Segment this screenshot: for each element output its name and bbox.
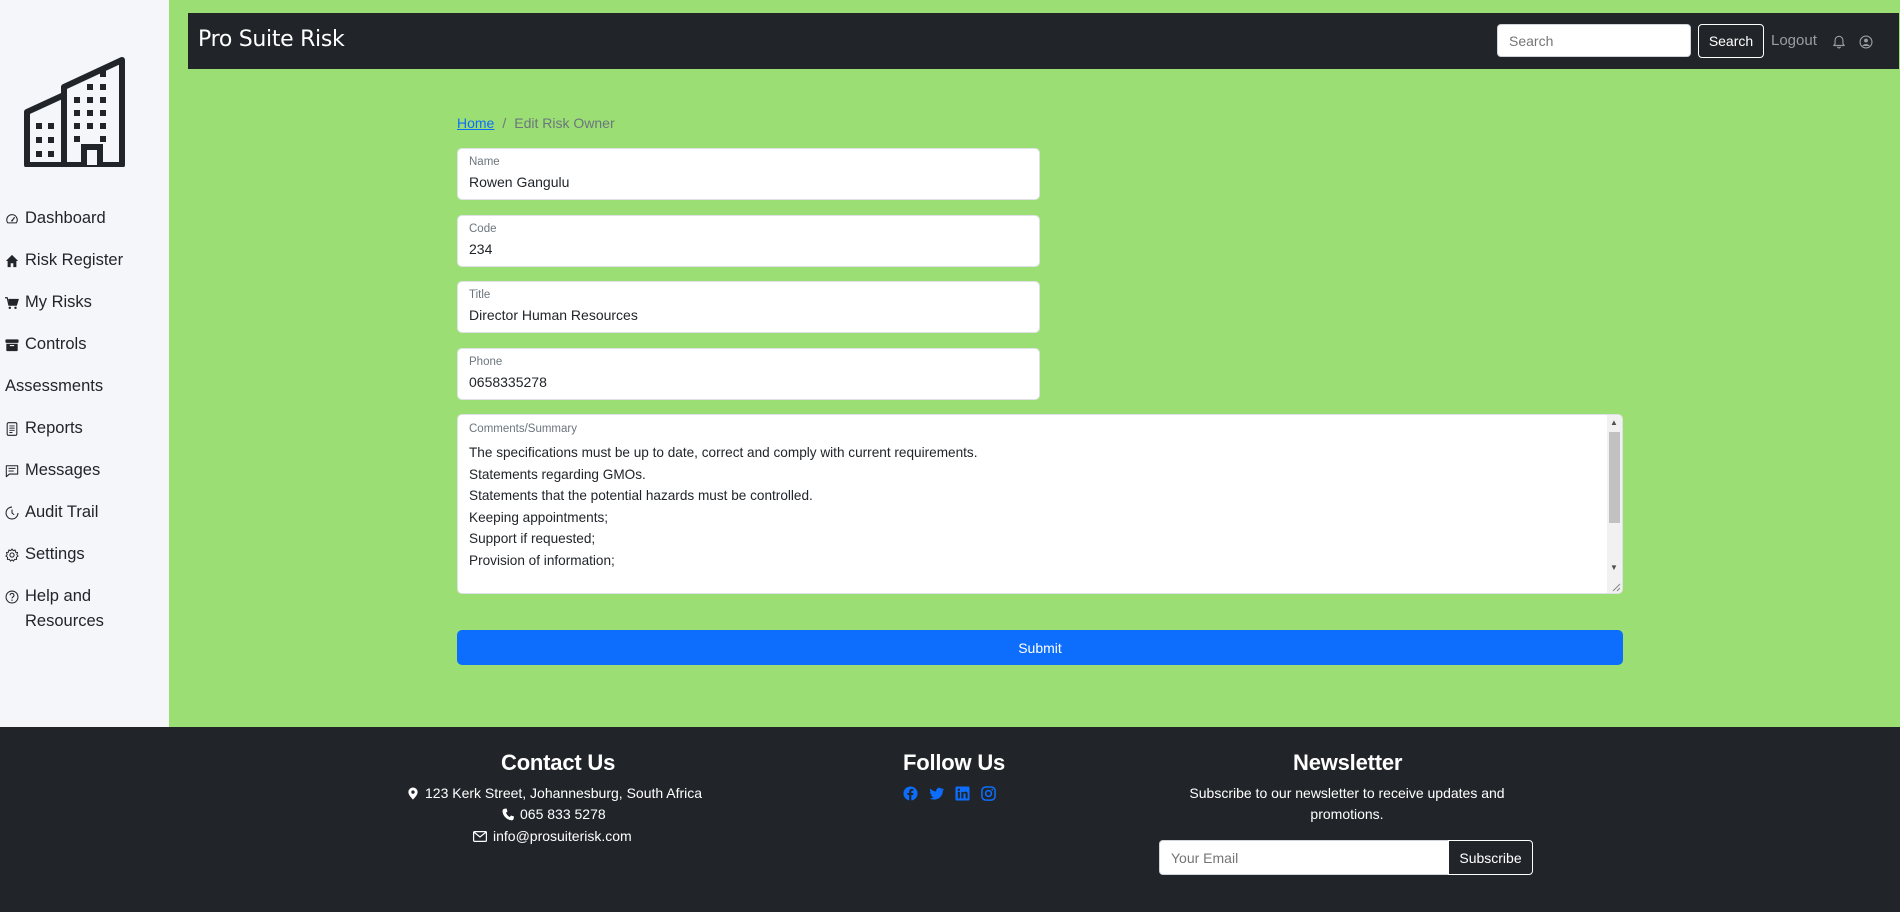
title-label: Title — [469, 289, 491, 301]
sidebar: Dashboard Risk Register My Risks Control… — [0, 0, 169, 727]
comments-line: Keeping appointments; — [469, 509, 609, 525]
code-label: Code — [469, 223, 497, 235]
clock-icon — [5, 500, 21, 525]
contact-phone: 065 833 5278 — [502, 806, 606, 822]
phone-field[interactable]: Phone — [457, 348, 1040, 400]
sidebar-item-controls[interactable]: Controls — [5, 332, 165, 357]
subscribe-button[interactable]: Subscribe — [1448, 840, 1533, 875]
name-input[interactable] — [469, 174, 1029, 190]
title-field[interactable]: Title — [457, 281, 1040, 333]
sidebar-item-label: Assessments — [5, 377, 104, 395]
comments-line: Support if requested; — [469, 531, 596, 547]
sidebar-item-assessments[interactable]: Assessments — [5, 374, 165, 399]
sidebar-item-label: Messages — [25, 461, 101, 479]
sidebar-item-label: My Risks — [25, 293, 92, 311]
newsletter-title: Newsletter — [1293, 750, 1403, 775]
file-text-icon — [5, 416, 21, 441]
sidebar-item-messages[interactable]: Messages — [5, 458, 165, 483]
code-field[interactable]: Code — [457, 215, 1040, 267]
follow-title: Follow Us — [903, 750, 1006, 775]
comments-textarea[interactable]: Comments/Summary The specifications must… — [457, 414, 1623, 594]
sidebar-item-label: Risk Register — [25, 251, 124, 269]
phone-label: Phone — [469, 356, 503, 368]
code-input[interactable] — [469, 241, 1029, 257]
comments-line: Provision of information; — [469, 552, 615, 568]
question-circle-icon — [5, 584, 21, 609]
scroll-down-icon[interactable]: ▼ — [1610, 563, 1618, 572]
telephone-icon — [502, 808, 514, 820]
bell-icon[interactable] — [1832, 35, 1846, 49]
comments-line: Statements that the potential hazards mu… — [469, 488, 813, 504]
house-icon — [5, 248, 21, 273]
facebook-icon[interactable] — [903, 786, 918, 801]
logout-link[interactable]: Logout — [1771, 32, 1817, 49]
breadcrumb: Home / Edit Risk Owner — [457, 115, 615, 131]
user-circle-icon[interactable] — [1859, 35, 1873, 49]
social-links — [903, 786, 996, 801]
name-label: Name — [469, 156, 500, 168]
breadcrumb-home-link[interactable]: Home — [457, 115, 494, 131]
brand-title[interactable]: Pro Suite Risk — [198, 27, 345, 52]
comments-line: Statements regarding GMOs. — [469, 466, 646, 482]
cart-icon — [5, 290, 21, 315]
sidebar-item-dashboard[interactable]: Dashboard — [5, 206, 165, 231]
comments-label: Comments/Summary — [469, 423, 577, 435]
sidebar-item-risk-register[interactable]: Risk Register — [5, 248, 165, 273]
newsletter-email-input[interactable] — [1159, 840, 1449, 875]
speedometer-icon — [5, 206, 21, 231]
archive-icon — [5, 332, 21, 357]
sidebar-item-label: Settings — [25, 545, 85, 563]
top-navbar: Pro Suite Risk Search Logout — [188, 13, 1899, 69]
name-field[interactable]: Name — [457, 148, 1040, 200]
contact-title: Contact Us — [501, 750, 616, 775]
phone-input[interactable] — [469, 374, 1029, 390]
contact-address: 123 Kerk Street, Johannesburg, South Afr… — [407, 785, 702, 801]
envelope-icon — [473, 830, 487, 842]
sidebar-nav: Dashboard Risk Register My Risks Control… — [5, 206, 165, 634]
title-input[interactable] — [469, 307, 1029, 323]
footer: Contact Us 123 Kerk Street, Johannesburg… — [0, 727, 1900, 912]
building-logo-icon — [24, 57, 125, 167]
chat-icon — [5, 458, 21, 483]
instagram-icon[interactable] — [981, 786, 996, 801]
breadcrumb-current: Edit Risk Owner — [514, 115, 615, 131]
scroll-up-icon[interactable]: ▲ — [1610, 418, 1618, 427]
breadcrumb-separator: / — [502, 115, 507, 131]
newsletter-description: Subscribe to our newsletter to receive u… — [1189, 785, 1505, 822]
sidebar-item-reports[interactable]: Reports — [5, 416, 165, 441]
sidebar-item-my-risks[interactable]: My Risks — [5, 290, 165, 315]
sidebar-item-label: Help and Resources — [25, 587, 104, 630]
twitter-icon[interactable] — [929, 786, 945, 801]
search-input[interactable] — [1497, 24, 1691, 57]
gear-icon — [5, 542, 21, 567]
sidebar-item-label: Reports — [25, 419, 83, 437]
linkedin-icon[interactable] — [955, 786, 970, 801]
sidebar-item-label: Audit Trail — [25, 503, 99, 521]
textarea-scrollbar[interactable]: ▲ ▼ — [1607, 415, 1622, 593]
submit-button[interactable]: Submit — [457, 630, 1623, 665]
resize-handle-icon[interactable] — [1611, 582, 1621, 592]
geo-pin-icon — [408, 786, 418, 800]
contact-email: info@prosuiterisk.com — [473, 828, 632, 844]
sidebar-item-label: Controls — [25, 335, 87, 353]
sidebar-item-audit-trail[interactable]: Audit Trail — [5, 500, 165, 525]
sidebar-item-settings[interactable]: Settings — [5, 542, 165, 567]
scrollbar-thumb[interactable] — [1609, 432, 1620, 523]
comments-text[interactable]: The specifications must be up to date, c… — [469, 442, 978, 572]
search-button[interactable]: Search — [1698, 24, 1764, 58]
sidebar-item-help-and-resources[interactable]: Help and Resources — [5, 584, 165, 634]
comments-line: The specifications must be up to date, c… — [469, 445, 978, 460]
sidebar-item-label: Dashboard — [25, 209, 106, 227]
